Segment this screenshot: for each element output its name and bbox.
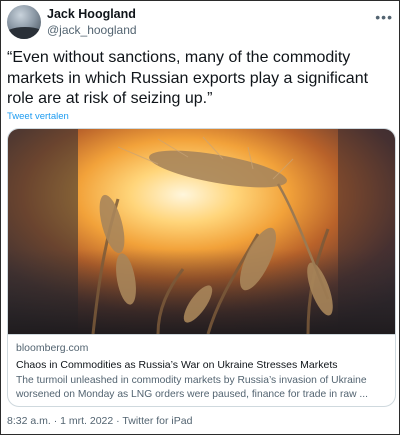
tweet-text: “Even without sanctions, many of the com… [7,49,369,107]
tweet-header: Jack Hoogland @jack_hoogland ••• [7,5,395,45]
card-image[interactable] [8,129,395,334]
author-name[interactable]: Jack Hoogland [47,7,136,21]
translate-tweet-link[interactable]: Tweet vertalen [7,111,69,122]
card-description: The turmoil unleashed in commodity marke… [16,375,368,400]
tweet-date[interactable]: 1 mrt. 2022 [60,415,113,427]
card-domain: bloomberg.com [16,342,89,354]
avatar[interactable] [7,5,41,39]
footer-separator: · [50,415,61,427]
tweet-footer: 8:32 a.m. · 1 mrt. 2022 · Twitter for iP… [7,415,192,427]
author-handle[interactable]: @jack_hoogland [47,23,137,37]
tweet-time[interactable]: 8:32 a.m. [7,415,51,427]
tweet-container: Jack Hoogland @jack_hoogland ••• “Even w… [0,0,400,435]
wheat-sunset-image [8,129,395,334]
card-meta[interactable]: bloomberg.com Chaos in Commodities as Ru… [8,334,395,406]
more-icon[interactable]: ••• [375,9,393,25]
link-card[interactable]: bloomberg.com Chaos in Commodities as Ru… [7,128,396,407]
avatar-image [7,27,41,39]
card-title[interactable]: Chaos in Commodities as Russia’s War on … [16,358,389,372]
tweet-source[interactable]: Twitter for iPad [122,415,192,427]
